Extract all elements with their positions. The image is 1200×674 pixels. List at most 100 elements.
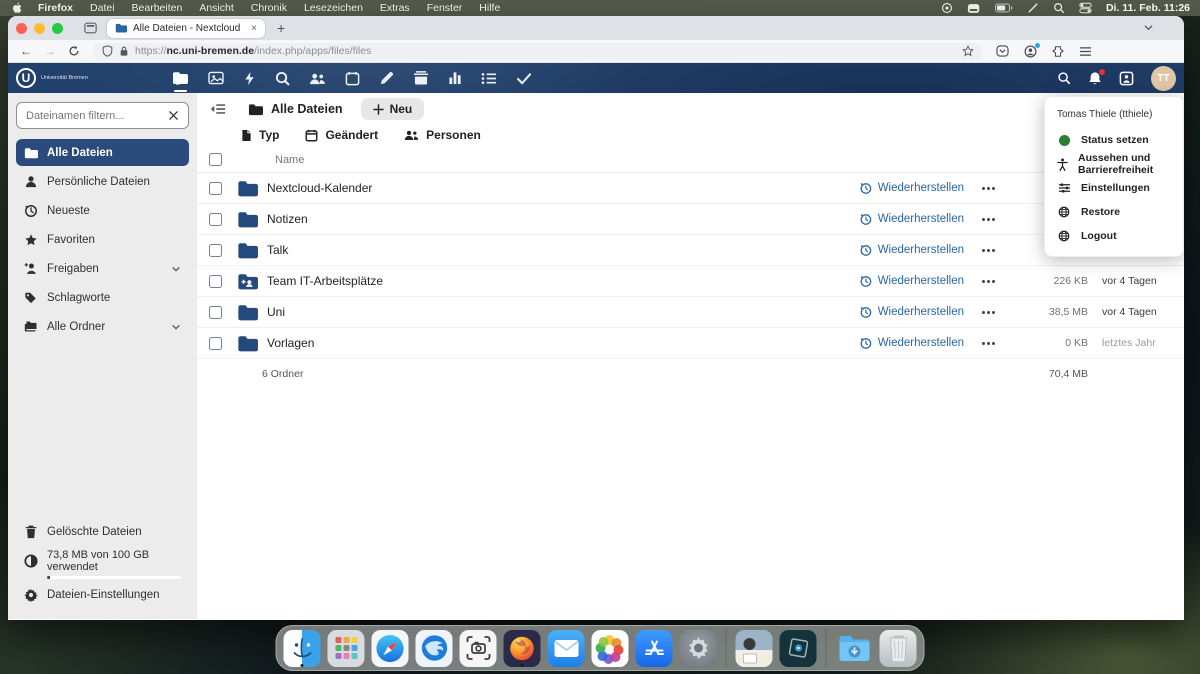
tasks-list-app-icon[interactable] — [481, 63, 497, 93]
menu-extras[interactable]: Extras — [380, 2, 410, 14]
slash-icon[interactable] — [1027, 2, 1039, 14]
contacts-menu-icon[interactable] — [1119, 71, 1134, 86]
contacts-app-icon[interactable] — [309, 63, 326, 93]
restore-button[interactable]: Wiederherstellen — [859, 244, 964, 257]
file-row[interactable]: Talk Wiederherstellen 0 KB vor 4 Wochen — [197, 235, 1184, 266]
menubar-clock[interactable]: Di. 11. Feb. 11:26 — [1106, 2, 1190, 14]
sidebar-item-alle-ordner[interactable]: Alle Ordner — [16, 313, 189, 340]
file-name[interactable]: Team IT-Arbeitsplätze — [267, 274, 859, 288]
new-button[interactable]: Neu — [361, 98, 425, 120]
safari-dock-icon[interactable] — [372, 630, 409, 667]
menu-bearbeiten[interactable]: Bearbeiten — [132, 2, 183, 14]
sidebar-item-quota[interactable]: 73,8 MB von 100 GB verwendet — [16, 547, 189, 574]
row-checkbox[interactable] — [209, 306, 222, 319]
chevron-down-icon[interactable] — [171, 264, 181, 274]
file-name[interactable]: Notizen — [267, 212, 859, 226]
screenshot-dock-icon[interactable] — [460, 630, 497, 667]
file-row[interactable]: Vorlagen Wiederherstellen 0 KB letztes J… — [197, 328, 1184, 359]
breadcrumb[interactable]: Alle Dateien — [248, 102, 343, 116]
select-all-checkbox[interactable] — [209, 153, 222, 166]
check-app-icon[interactable] — [516, 63, 532, 93]
actions-menu-button[interactable] — [966, 342, 1010, 345]
chevron-down-icon[interactable] — [171, 322, 181, 332]
menubar-app-name[interactable]: Firefox — [38, 2, 73, 14]
close-window-button[interactable] — [16, 23, 27, 34]
extensions-icon[interactable] — [1052, 45, 1064, 58]
downloads-folder-dock-icon[interactable] — [836, 630, 873, 667]
bookmark-star-icon[interactable] — [962, 45, 974, 57]
hamburger-menu-icon[interactable] — [1079, 46, 1092, 57]
menu-hilfe[interactable]: Hilfe — [479, 2, 500, 14]
sidebar-item-geloeschte-dateien[interactable]: Gelöschte Dateien — [16, 518, 189, 545]
file-row[interactable]: Nextcloud-Kalender Wiederherstellen — [197, 173, 1184, 204]
new-tab-button[interactable]: + — [277, 21, 285, 35]
firefox-view-icon[interactable] — [84, 22, 97, 34]
sidebar-item-persoenliche-dateien[interactable]: Persönliche Dateien — [16, 168, 189, 195]
menu-item-restore[interactable]: Restore — [1045, 200, 1183, 224]
actions-menu-button[interactable] — [966, 311, 1010, 314]
sidebar-item-alle-dateien[interactable]: Alle Dateien — [16, 139, 189, 166]
trash-dock-icon[interactable] — [880, 630, 917, 667]
system-settings-dock-icon[interactable] — [680, 630, 717, 667]
row-checkbox[interactable] — [209, 244, 222, 257]
menu-chronik[interactable]: Chronik — [251, 2, 287, 14]
photos-dock-icon[interactable] — [592, 630, 629, 667]
file-row[interactable]: Uni Wiederherstellen 38,5 MB vor 4 Tagen — [197, 297, 1184, 328]
lock-icon[interactable] — [119, 45, 129, 57]
uni-bremen-logo[interactable]: U Universität Bremen — [16, 68, 146, 88]
restore-button[interactable]: Wiederherstellen — [859, 213, 964, 226]
filter-personen[interactable]: Personen — [404, 128, 481, 142]
swirl-icon[interactable] — [941, 2, 953, 14]
zoom-window-button[interactable] — [52, 23, 63, 34]
photo-editor-dock-icon[interactable] — [780, 630, 817, 667]
restore-button[interactable]: Wiederherstellen — [859, 337, 964, 350]
activity-app-icon[interactable] — [243, 63, 256, 93]
notes-app-icon[interactable] — [379, 63, 394, 93]
sidebar-item-neueste[interactable]: Neueste — [16, 197, 189, 224]
app-store-dock-icon[interactable] — [636, 630, 673, 667]
back-button[interactable]: ← — [16, 44, 36, 58]
menu-datei[interactable]: Datei — [90, 2, 115, 14]
deck-app-icon[interactable] — [413, 63, 429, 93]
finder-dock-icon[interactable] — [284, 630, 321, 667]
url-bar[interactable]: https://nc.uni-bremen.de/index.php/apps/… — [94, 43, 982, 60]
actions-menu-button[interactable] — [966, 218, 1010, 221]
restore-button[interactable]: Wiederherstellen — [859, 182, 964, 195]
files-app-icon[interactable] — [172, 63, 189, 93]
apple-menu-icon[interactable] — [12, 2, 22, 14]
firefox-account-icon[interactable] — [1024, 45, 1037, 58]
collapse-sidebar-icon[interactable] — [211, 103, 226, 115]
menu-item-einstellungen[interactable]: Einstellungen — [1045, 176, 1183, 200]
file-name[interactable]: Vorlagen — [267, 336, 859, 350]
thunderbird-dock-icon[interactable] — [416, 630, 453, 667]
close-tab-icon[interactable]: × — [251, 23, 257, 34]
minimized-window-dock-icon[interactable] — [736, 630, 773, 667]
browser-tab[interactable]: Alle Dateien - Nextcloud × — [107, 19, 265, 38]
filter-typ[interactable]: Typ — [241, 128, 279, 142]
pocket-icon[interactable] — [996, 45, 1009, 57]
row-checkbox[interactable] — [209, 213, 222, 226]
polls-app-icon[interactable] — [448, 63, 462, 93]
filter-geaendert[interactable]: Geändert — [305, 128, 378, 142]
mail-dock-icon[interactable] — [548, 630, 585, 667]
minimize-window-button[interactable] — [34, 23, 45, 34]
photos-app-icon[interactable] — [208, 63, 224, 93]
menu-item-status-setzen[interactable]: Status setzen — [1045, 128, 1183, 152]
file-row[interactable]: Team IT-Arbeitsplätze Wiederherstellen 2… — [197, 266, 1184, 297]
menu-ansicht[interactable]: Ansicht — [199, 2, 233, 14]
control-center-icon[interactable] — [1079, 2, 1092, 14]
calendar-app-icon[interactable] — [345, 63, 360, 93]
menu-fenster[interactable]: Fenster — [427, 2, 463, 14]
file-name[interactable]: Talk — [267, 243, 859, 257]
spotlight-icon[interactable] — [1053, 2, 1065, 14]
sidebar-item-freigaben[interactable]: Freigaben — [16, 255, 189, 282]
actions-menu-button[interactable] — [966, 280, 1010, 283]
reload-button[interactable] — [64, 45, 84, 57]
tracking-shield-icon[interactable] — [102, 45, 113, 57]
actions-menu-button[interactable] — [966, 187, 1010, 190]
firefox-dock-icon[interactable] — [504, 630, 541, 667]
clear-filter-icon[interactable] — [168, 110, 179, 121]
row-checkbox[interactable] — [209, 337, 222, 350]
search-app-icon[interactable] — [275, 63, 290, 93]
notifications-bell-icon[interactable] — [1088, 71, 1102, 86]
